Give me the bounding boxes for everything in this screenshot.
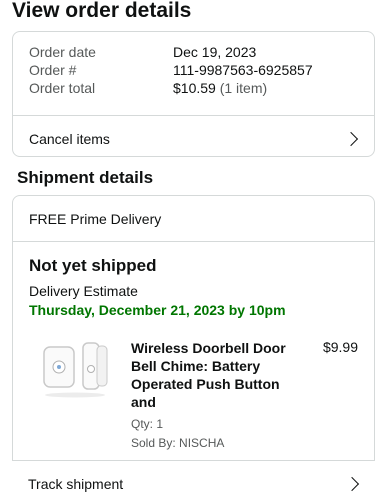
delivery-estimate-date: Thursday, December 21, 2023 by 10pm [29, 302, 286, 318]
product-image[interactable] [39, 337, 113, 401]
order-summary-card: Order date Dec 19, 2023 Order # 111-9987… [12, 31, 375, 157]
order-info: Order date Dec 19, 2023 Order # 111-9987… [13, 32, 374, 98]
cancel-items-label: Cancel items [29, 131, 110, 147]
order-total-row: Order total $10.59 (1 item) [29, 80, 374, 98]
order-total-amount: $10.59 [173, 80, 216, 96]
item-quantity: Qty: 1 [131, 417, 164, 431]
delivery-estimate-label: Delivery Estimate [29, 283, 138, 299]
shipment-card: FREE Prime Delivery Not yet shipped Deli… [12, 195, 375, 500]
item-price: $9.99 [322, 339, 358, 355]
order-number-label: Order # [29, 62, 77, 78]
item-seller: Sold By: NISCHA [131, 436, 225, 450]
page-title: View order details [12, 0, 192, 22]
track-shipment-label: Track shipment [28, 475, 124, 492]
order-date-label: Order date [29, 44, 96, 60]
order-item-count: (1 item) [219, 80, 268, 96]
order-date-row: Order date Dec 19, 2023 [29, 44, 374, 62]
cancel-items-button[interactable]: Cancel items [13, 116, 374, 156]
order-date-value: Dec 19, 2023 [173, 44, 257, 60]
order-item: Wireless Doorbell Door Bell Chime: Batte… [29, 337, 358, 457]
item-title-link[interactable]: Wireless Doorbell Door Bell Chime: Batte… [131, 339, 291, 411]
shipment-section-title: Shipment details [17, 168, 154, 187]
order-total-label: Order total [29, 80, 96, 96]
order-number-row: Order # 111-9987563-6925857 [29, 62, 374, 80]
shipment-status-block: Not yet shipped Delivery Estimate Thursd… [13, 242, 374, 457]
chevron-right-icon [343, 131, 359, 147]
order-total-value: $10.59 (1 item) [173, 80, 267, 98]
order-number-value: 111-9987563-6925857 [173, 62, 313, 78]
shipping-method: FREE Prime Delivery [29, 210, 162, 227]
doorbell-product-icon [43, 342, 108, 398]
chevron-right-icon [344, 476, 360, 491]
track-shipment-button[interactable]: Track shipment [12, 460, 375, 500]
shipment-status: Not yet shipped [29, 256, 157, 275]
